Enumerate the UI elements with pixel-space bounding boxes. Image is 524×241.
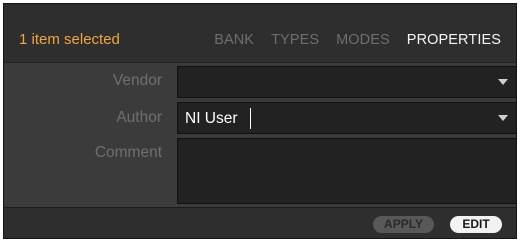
text-caret (250, 108, 251, 129)
panel-footer: APPLY EDIT (4, 207, 516, 238)
apply-button[interactable]: APPLY (373, 216, 434, 233)
panel-header: 1 item selected BANK TYPES MODES PROPERT… (4, 4, 516, 63)
properties-panel: 1 item selected BANK TYPES MODES PROPERT… (3, 3, 517, 239)
comment-label: Comment (94, 144, 162, 161)
vendor-label: Vendor (112, 72, 162, 89)
chevron-down-icon[interactable] (498, 115, 508, 121)
vendor-dropdown[interactable] (177, 66, 516, 98)
author-label: Author (116, 109, 162, 126)
tab-types[interactable]: TYPES (271, 31, 319, 49)
author-field[interactable]: NI User (177, 102, 516, 134)
tab-bar: BANK TYPES MODES PROPERTIES (197, 31, 501, 49)
tab-bank[interactable]: BANK (214, 31, 254, 49)
tab-modes[interactable]: MODES (336, 31, 390, 49)
edit-button[interactable]: EDIT (450, 216, 502, 233)
comment-textarea[interactable] (177, 138, 516, 204)
tab-properties[interactable]: PROPERTIES (407, 31, 501, 49)
selection-status: 1 item selected (19, 31, 120, 48)
author-value: NI User (185, 110, 238, 127)
chevron-down-icon[interactable] (498, 79, 508, 85)
